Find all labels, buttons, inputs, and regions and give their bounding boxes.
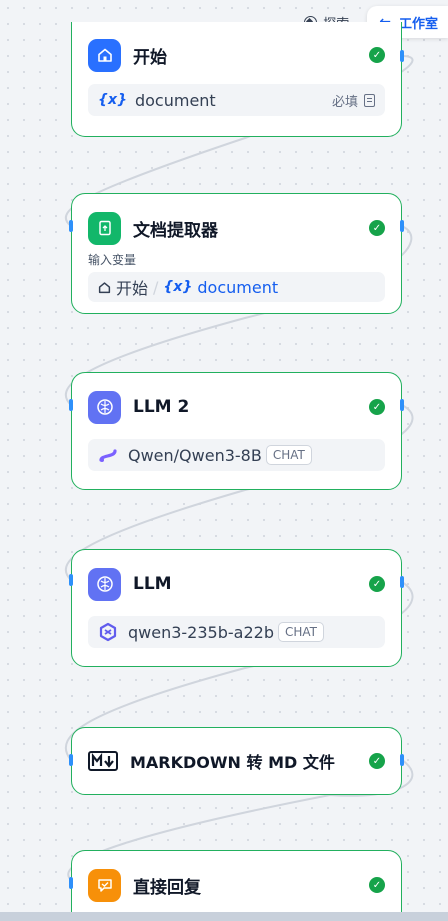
node-title: 文档提取器 [133,220,218,241]
node-llm[interactable]: LLM ✓ qwen3-235b-a22b CHAT [71,549,402,667]
success-check-icon: ✓ [369,220,385,236]
qwen-icon [99,622,117,642]
input-variable-field[interactable]: 开始 / {x} document [88,272,385,302]
success-check-icon: ✓ [369,47,385,63]
markdown-icon [88,745,118,778]
success-check-icon: ✓ [369,576,385,592]
output-handle[interactable] [400,399,404,411]
document-extractor-icon [88,211,121,245]
input-variables-label: 输入变量 [88,253,137,267]
path-separator: / [153,277,159,297]
model-selector[interactable]: qwen3-235b-a22b CHAT [88,616,385,648]
home-icon [98,281,111,293]
variable-name: document [134,90,216,110]
output-handle[interactable] [400,220,404,232]
input-handle[interactable] [69,399,73,411]
reply-icon [88,868,121,902]
node-llm-2[interactable]: LLM 2 ✓ Qwen/Qwen3-8B CHAT [71,372,402,490]
success-check-icon: ✓ [369,399,385,415]
node-title: 直接回复 [133,877,201,898]
input-handle[interactable] [69,574,73,586]
workbench-label: 工作室 [398,16,438,32]
llm-brain-icon [88,390,121,424]
node-title: LLM 2 [133,397,190,417]
home-icon [88,38,121,72]
node-start[interactable]: 开始 ✓ {x} document 必填 [71,22,402,137]
success-check-icon: ✓ [369,753,385,769]
output-handle[interactable] [400,754,404,766]
variable-icon: {x} [98,92,127,108]
variable-icon: {x} [163,279,193,295]
success-check-icon: ✓ [369,877,385,893]
variable-name: document [197,277,279,297]
node-title: 开始 [133,47,167,68]
horizontal-scrollbar[interactable] [0,912,448,921]
required-label: 必填 [331,94,358,110]
node-direct-reply[interactable]: 直接回复 ✓ [71,850,402,921]
output-handle[interactable] [400,50,404,62]
llm-brain-icon [88,567,121,601]
node-document-extractor[interactable]: 文档提取器 ✓ 输入变量 开始 / {x} document [71,193,402,314]
required-indicator: 必填 [332,91,375,110]
model-selector[interactable]: Qwen/Qwen3-8B CHAT [88,439,385,471]
input-handle[interactable] [69,754,73,766]
variable-field[interactable]: {x} document 必填 [88,84,385,116]
siliconflow-icon [99,449,117,462]
input-handle[interactable] [69,877,73,889]
input-handle[interactable] [69,220,73,232]
node-title: MARKDOWN 转 MD 文件 [130,753,335,772]
document-type-icon [364,93,375,107]
output-handle[interactable] [400,576,404,588]
node-markdown-to-md[interactable]: MARKDOWN 转 MD 文件 ✓ [71,727,402,795]
node-title: LLM [133,574,172,594]
model-mode-tag: CHAT [265,445,312,465]
model-name: Qwen/Qwen3-8B [128,445,262,465]
model-name: qwen3-235b-a22b [128,622,274,642]
source-node-name: 开始 [116,279,149,298]
model-mode-tag: CHAT [277,622,324,642]
